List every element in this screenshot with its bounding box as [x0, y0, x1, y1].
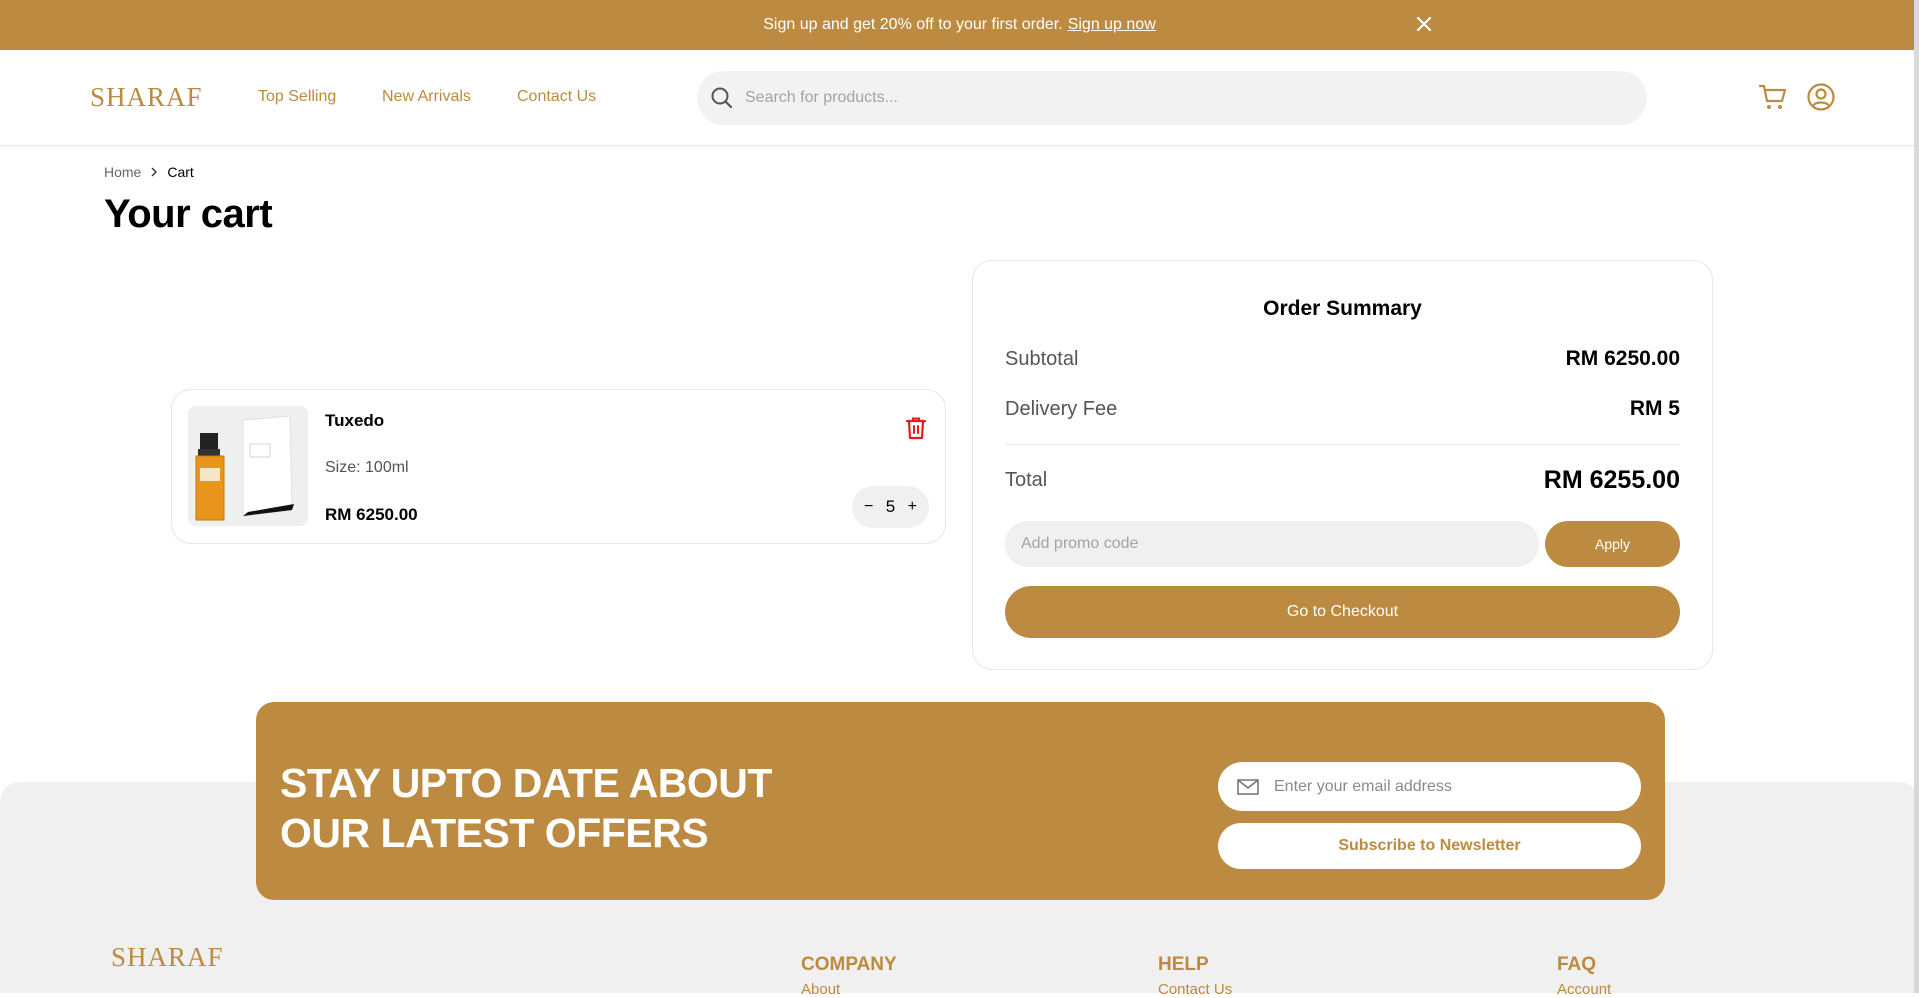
nav-new-arrivals[interactable]: New Arrivals [382, 88, 471, 106]
trash-icon[interactable] [903, 415, 929, 441]
newsletter-title-line-1: STAY UPTO DATE ABOUT [280, 760, 772, 806]
order-summary: Order Summary Subtotal RM 6250.00 Delive… [972, 260, 1713, 670]
search-icon [711, 87, 733, 109]
quantity-stepper: − 5 + [852, 486, 929, 528]
promo-text: Sign up and get 20% off to your first or… [763, 16, 1063, 33]
newsletter-email-input[interactable] [1274, 777, 1614, 796]
newsletter-title: STAY UPTO DATE ABOUT OUR LATEST OFFERS [280, 758, 772, 858]
subtotal-value: RM 6250.00 [1565, 347, 1680, 370]
increase-quantity-button[interactable]: + [908, 498, 917, 516]
breadcrumb-home[interactable]: Home [104, 164, 141, 180]
footer-faq-title: FAQ [1557, 954, 1597, 975]
footer-account-link[interactable]: Account [1557, 981, 1611, 998]
breadcrumb-current: Cart [167, 164, 194, 180]
site-header: SHARAF Top Selling New Arrivals Contact … [0, 50, 1919, 146]
page-title: Your cart [104, 192, 273, 236]
close-icon[interactable] [1413, 13, 1435, 35]
newsletter-banner: STAY UPTO DATE ABOUT OUR LATEST OFFERS S… [256, 702, 1665, 900]
footer-about-link[interactable]: About [801, 981, 840, 998]
delivery-row: Delivery Fee RM 5 [1005, 397, 1680, 421]
order-summary-title: Order Summary [1263, 297, 1422, 320]
promo-banner: Sign up and get 20% off to your first or… [0, 0, 1919, 50]
subscribe-button[interactable]: Subscribe to Newsletter [1218, 823, 1641, 869]
decrease-quantity-button[interactable]: − [864, 498, 873, 516]
total-label: Total [1005, 469, 1048, 491]
mail-icon [1237, 778, 1259, 795]
user-account-icon[interactable] [1806, 82, 1836, 112]
product-name[interactable]: Tuxedo [325, 411, 384, 431]
total-value: RM 6255.00 [1543, 466, 1680, 494]
search-input[interactable] [745, 89, 1545, 107]
chevron-right-icon [151, 167, 158, 177]
nav-contact-us[interactable]: Contact Us [517, 88, 596, 106]
delivery-label: Delivery Fee [1005, 397, 1118, 420]
page-scrollbar[interactable] [1914, 0, 1919, 993]
delivery-value: RM 5 [1629, 397, 1680, 420]
footer-contact-link[interactable]: Contact Us [1158, 981, 1232, 998]
newsletter-title-line-2: OUR LATEST OFFERS [280, 810, 709, 856]
newsletter-email-field [1218, 762, 1641, 811]
subtotal-row: Subtotal RM 6250.00 [1005, 347, 1680, 371]
cart-icon[interactable] [1758, 82, 1788, 112]
product-size: Size: 100ml [325, 459, 409, 476]
search-bar [697, 71, 1647, 125]
promo-code-input[interactable] [1005, 521, 1539, 567]
promo-signup-link[interactable]: Sign up now [1068, 16, 1156, 34]
total-row: Total RM 6255.00 [1005, 466, 1680, 495]
cart-item: Tuxedo Size: 100ml RM 6250.00 − 5 + [171, 389, 946, 544]
product-price: RM 6250.00 [325, 505, 418, 524]
logo[interactable]: SHARAF [90, 82, 203, 113]
checkout-button[interactable]: Go to Checkout [1005, 586, 1680, 638]
footer-logo[interactable]: SHARAF [111, 942, 224, 973]
nav-top-selling[interactable]: Top Selling [258, 88, 336, 106]
subtotal-label: Subtotal [1005, 347, 1079, 370]
product-image[interactable] [188, 406, 308, 526]
summary-divider [1005, 444, 1680, 445]
quantity-value: 5 [885, 497, 896, 516]
footer-company-title: COMPANY [801, 954, 897, 975]
footer-help-title: HELP [1158, 954, 1209, 975]
apply-promo-button[interactable]: Apply [1545, 521, 1680, 567]
breadcrumb: Home Cart [104, 164, 194, 180]
